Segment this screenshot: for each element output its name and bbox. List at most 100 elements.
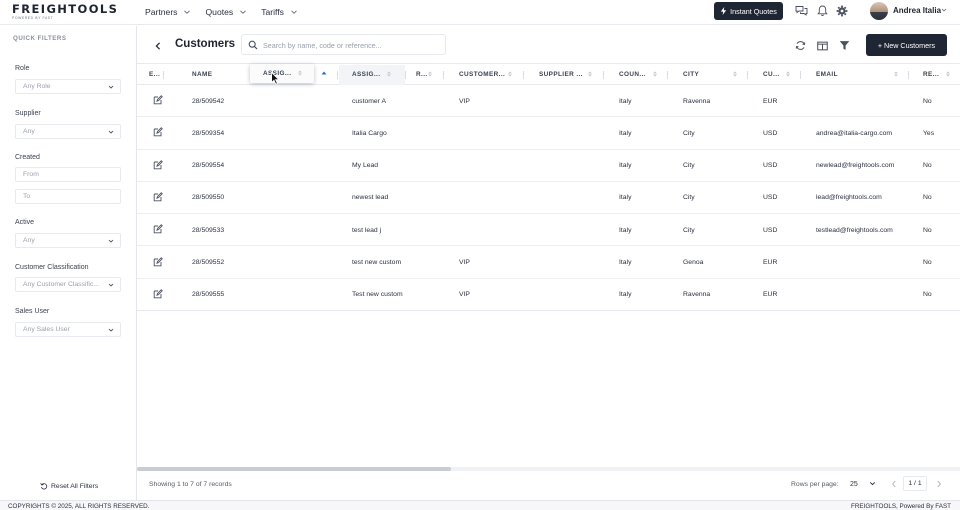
bell-icon[interactable] <box>815 4 829 18</box>
sort-icon[interactable] <box>652 71 658 77</box>
app-logo[interactable]: FREIGHTOOLS POWERED BY FAST <box>12 3 118 21</box>
sort-icon[interactable] <box>587 71 593 77</box>
table-row[interactable]: 28/509555 Test new custom VIP Italy Ravenna E… <box>137 279 960 312</box>
sort-icon[interactable] <box>785 71 791 77</box>
column-header-name[interactable]: NAME <box>192 64 212 85</box>
column-separator[interactable] <box>800 71 801 79</box>
column-header-country[interactable]: COUN... <box>619 64 646 85</box>
table-row[interactable]: 28/509533 test lead j Italy City USD testlead… <box>137 214 960 247</box>
column-header-r[interactable]: R... <box>416 64 428 85</box>
instant-quotes-button[interactable]: Instant Quotes <box>714 2 783 20</box>
filter-supplier-select[interactable]: Any <box>15 124 121 139</box>
dragging-column-header[interactable]: ASSIG... <box>250 64 314 83</box>
cell-country: Italy <box>619 259 632 266</box>
nav-quotes[interactable]: Quotes <box>205 7 248 17</box>
sort-icon[interactable] <box>427 71 433 77</box>
cell-customer-class: VIP <box>459 291 470 299</box>
next-page-icon[interactable] <box>934 478 944 490</box>
column-separator[interactable] <box>523 71 524 79</box>
filter-role-value: Any Role <box>23 83 51 90</box>
column-separator[interactable] <box>337 71 338 79</box>
edit-icon[interactable] <box>153 256 163 267</box>
table-row[interactable]: 28/509554 My Lead Italy City USD newlead@frei… <box>137 150 960 182</box>
column-header-edit[interactable]: E... <box>149 64 160 85</box>
filter-icon[interactable] <box>838 39 851 52</box>
user-name[interactable]: Andrea Italia <box>893 6 941 15</box>
table-row[interactable]: 28/509550 newest lead Italy City USD lead@fre… <box>137 182 960 215</box>
cell-assigned: Test new custom <box>352 291 403 299</box>
rows-per-page-select[interactable]: 25 <box>845 476 877 492</box>
page-title: Customers <box>175 38 236 50</box>
column-separator[interactable] <box>405 71 406 79</box>
cell-assigned: My Lead <box>352 162 379 170</box>
edit-icon[interactable] <box>153 127 163 137</box>
edit-icon[interactable] <box>153 192 163 202</box>
nav-tariffs[interactable]: Tariffs <box>261 7 299 17</box>
gear-icon[interactable] <box>835 4 849 18</box>
sort-icon[interactable] <box>386 71 392 77</box>
edit-icon[interactable] <box>153 95 163 105</box>
column-separator[interactable] <box>603 71 604 79</box>
refresh-icon[interactable] <box>794 39 807 52</box>
filter-role-select[interactable]: Any Role <box>15 79 121 94</box>
column-header-email[interactable]: EMAIL <box>816 64 838 85</box>
column-header-supplier[interactable]: SUPPLIER ... <box>539 64 583 85</box>
chevron-down-icon <box>108 328 114 332</box>
cell-currency: EUR <box>763 259 778 266</box>
cell-re: No <box>923 259 932 266</box>
sort-icon[interactable] <box>507 71 513 77</box>
cell-re: Yes <box>923 129 935 137</box>
sort-icon[interactable] <box>893 71 899 77</box>
filter-sales-user-select[interactable]: Any Sales User <box>15 322 121 337</box>
rows-per-page-value: 25 <box>850 480 858 488</box>
table-row[interactable]: 28/509542 customer A VIP Italy Ravenna EUR No <box>137 85 960 118</box>
column-separator[interactable] <box>443 71 444 79</box>
edit-icon[interactable] <box>153 224 163 234</box>
column-header-customer[interactable]: CUSTOMER... <box>459 64 505 85</box>
sort-asc-icon[interactable] <box>321 70 327 76</box>
sort-icon[interactable] <box>732 71 738 77</box>
column-separator[interactable] <box>908 71 909 79</box>
avatar[interactable] <box>870 2 888 20</box>
chevron-down-icon <box>108 283 114 287</box>
nav-partners[interactable]: Partners <box>145 7 192 17</box>
column-separator[interactable] <box>163 71 164 79</box>
cell-currency: EUR <box>763 291 778 299</box>
new-customer-button[interactable]: + New Customers <box>866 34 947 56</box>
horizontal-scrollbar[interactable] <box>137 467 960 471</box>
filter-created-from-input[interactable]: From <box>15 167 121 182</box>
cell-email: testlead@freightools.com <box>816 226 893 234</box>
columns-icon[interactable] <box>816 39 829 52</box>
filter-created-to-input[interactable]: To <box>15 189 121 204</box>
filter-classification-select[interactable]: Any Customer Classific... <box>15 277 121 292</box>
column-header-re[interactable]: RE... <box>923 64 939 85</box>
column-header-city[interactable]: CITY <box>683 64 699 85</box>
logo-subtitle: POWERED BY FAST <box>12 16 54 20</box>
prev-page-icon[interactable] <box>889 478 899 490</box>
table-row[interactable]: 28/509552 test new custom VIP Italy Genoa EUR… <box>137 247 960 279</box>
search-input[interactable] <box>263 40 438 51</box>
cell-code: 28/509542 <box>192 97 225 105</box>
cell-currency: USD <box>763 129 778 137</box>
cell-email: andrea@italia-cargo.com <box>816 129 893 137</box>
chat-icon[interactable] <box>794 4 808 18</box>
column-separator[interactable] <box>747 71 748 79</box>
chevron-down-icon[interactable] <box>940 6 948 14</box>
cell-currency: USD <box>763 162 778 170</box>
reset-filters-button[interactable]: Reset All Filters <box>40 482 98 490</box>
cell-customer-class <box>459 214 519 246</box>
filter-active-select[interactable]: Any <box>15 233 121 248</box>
footer: COPYRIGHTS © 2025, ALL RIGHTS RESERVED. … <box>0 500 960 510</box>
edit-icon[interactable] <box>153 288 163 299</box>
edit-icon[interactable] <box>153 159 163 170</box>
column-separator[interactable] <box>667 71 668 79</box>
search-box[interactable] <box>241 34 446 55</box>
table-row[interactable]: 28/509354 Italia Cargo Italy City USD andrea@… <box>137 117 960 150</box>
sort-icon[interactable] <box>945 71 951 77</box>
cell-customer-class: VIP <box>459 97 470 105</box>
cell-code: 28/509354 <box>192 129 225 137</box>
scrollbar-thumb[interactable] <box>137 467 451 471</box>
column-header-assigned[interactable]: ASSIG... <box>352 64 380 85</box>
back-arrow-icon[interactable] <box>153 41 163 51</box>
column-header-currency[interactable]: CU... <box>763 64 780 85</box>
